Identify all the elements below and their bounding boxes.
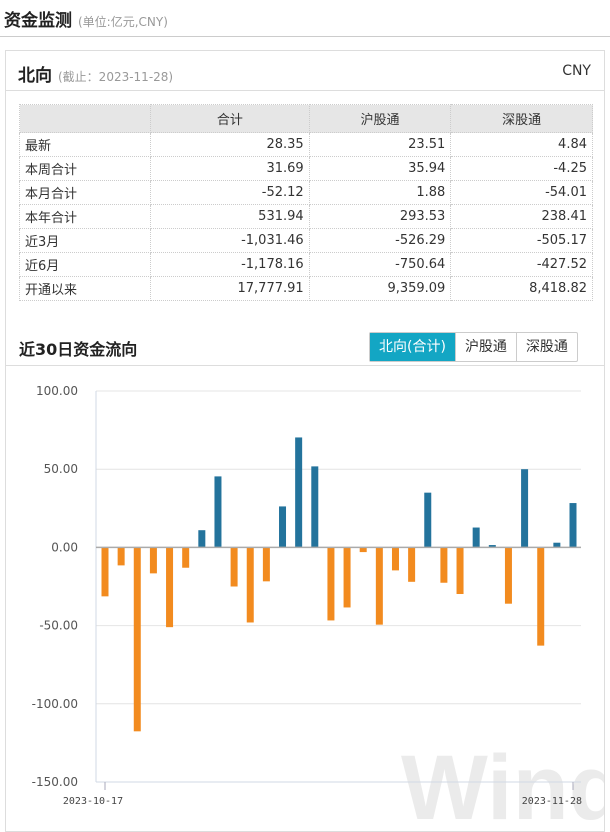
cell-value: 17,777.91 — [150, 276, 310, 301]
table-row: 本周合计 31.69 35.94 -4.25 — [19, 156, 593, 181]
table-row: 本月合计 -52.12 1.88 -54.01 — [19, 180, 593, 205]
bar — [375, 547, 383, 625]
northbound-panel: 北向 (截止：2023-11-28) CNY 合计 沪股通 深股通 最新 28.35… — [5, 50, 605, 832]
x-tick-label: 2023-10-17 — [63, 796, 123, 807]
column-header — [19, 104, 151, 133]
table-row: 近6月 -1,178.16 -750.64 -427.52 — [19, 252, 593, 277]
cell-value: -427.52 — [450, 252, 593, 277]
y-tick-label: 0.00 — [51, 540, 78, 554]
divider — [6, 90, 604, 91]
flow-bar-chart: Wind100.0050.000.00-50.00-100.00-150.002… — [32, 384, 604, 827]
table-row: 本年合计 531.94 293.53 238.41 — [19, 204, 593, 229]
currency-label: CNY — [562, 63, 591, 79]
row-label: 最新 — [19, 132, 151, 157]
divider — [6, 365, 604, 366]
table-row: 最新 28.35 23.51 4.84 — [19, 132, 593, 157]
bar — [456, 547, 464, 595]
cell-value: 293.53 — [308, 204, 452, 229]
bar — [279, 506, 287, 548]
bar — [198, 530, 206, 548]
panel-title: 北向 (截止：2023-11-28) — [18, 61, 173, 86]
bar — [343, 547, 351, 608]
divider — [0, 36, 610, 37]
cell-value: -1,178.16 — [150, 252, 310, 277]
row-label: 本月合计 — [19, 180, 151, 205]
flow-summary-table: 合计 沪股通 深股通 最新 28.35 23.51 4.84 本周合计 31.69 35.9… — [19, 104, 593, 301]
cell-value: 23.51 — [308, 132, 452, 157]
bar — [182, 547, 190, 568]
row-label: 开通以来 — [19, 276, 151, 301]
table-row: 近3月 -1,031.46 -526.29 -505.17 — [19, 228, 593, 253]
y-tick-label: -50.00 — [39, 619, 78, 633]
cell-value: -52.12 — [150, 180, 310, 205]
bar — [262, 547, 270, 582]
bar — [149, 547, 157, 574]
cell-value: -4.25 — [450, 156, 593, 181]
row-label: 本周合计 — [19, 156, 151, 181]
row-label: 近6月 — [19, 252, 151, 277]
bar — [569, 503, 577, 548]
cell-value: -505.17 — [450, 228, 593, 253]
chart-title: 近30日资金流向 — [19, 340, 138, 359]
x-tick-label: 2023-11-28 — [522, 796, 582, 807]
cell-value: 4.84 — [450, 132, 593, 157]
cell-value: 531.94 — [150, 204, 310, 229]
cell-value: 1.88 — [308, 180, 452, 205]
cell-value: -54.01 — [450, 180, 593, 205]
cell-value: -1,031.46 — [150, 228, 310, 253]
tab-northbound-total[interactable]: 北向(合计) — [370, 333, 455, 361]
bar — [327, 547, 335, 621]
bar — [230, 547, 238, 587]
column-header: 合计 — [150, 104, 310, 133]
table-header-row: 合计 沪股通 深股通 — [19, 104, 593, 133]
bar — [521, 469, 529, 548]
bar — [408, 547, 416, 582]
panel-title-text: 北向 — [18, 66, 52, 86]
bar — [133, 547, 141, 732]
y-tick-label: -100.00 — [32, 697, 78, 711]
cell-value: 31.69 — [150, 156, 310, 181]
cell-value: -750.64 — [308, 252, 452, 277]
column-header: 沪股通 — [308, 104, 452, 133]
bar — [440, 547, 448, 583]
page-title: 资金监测 (单位:亿元,CNY) — [4, 6, 168, 31]
cell-value: -526.29 — [308, 228, 452, 253]
tab-shanghai-connect[interactable]: 沪股通 — [454, 333, 516, 361]
bar — [311, 466, 319, 548]
bar — [391, 547, 399, 571]
bar — [166, 547, 174, 628]
bar — [537, 547, 545, 646]
y-tick-label: -150.00 — [32, 775, 78, 789]
table-row: 开通以来 17,777.91 9,359.09 8,418.82 — [19, 276, 593, 301]
bar — [246, 547, 254, 623]
bar — [504, 547, 512, 604]
column-header: 深股通 — [450, 104, 593, 133]
cell-value: 35.94 — [308, 156, 452, 181]
bar — [424, 492, 432, 548]
bar — [117, 547, 125, 566]
cell-value: 28.35 — [150, 132, 310, 157]
row-label: 近3月 — [19, 228, 151, 253]
cell-value: 9,359.09 — [308, 276, 452, 301]
as-of-date: (截止：2023-11-28) — [58, 70, 174, 84]
bar — [214, 476, 222, 548]
cell-value: 238.41 — [450, 204, 593, 229]
unit-label: (单位:亿元,CNY) — [78, 15, 168, 29]
y-tick-label: 50.00 — [44, 462, 78, 476]
y-tick-label: 100.00 — [36, 384, 78, 398]
cell-value: 8,418.82 — [450, 276, 593, 301]
page-title-text: 资金监测 — [4, 11, 72, 31]
bar — [472, 527, 480, 548]
row-label: 本年合计 — [19, 204, 151, 229]
bar — [295, 437, 303, 548]
chart-tabs: 北向(合计) 沪股通 深股通 — [369, 332, 578, 362]
tab-shenzhen-connect[interactable]: 深股通 — [515, 333, 577, 361]
bar — [101, 547, 109, 597]
